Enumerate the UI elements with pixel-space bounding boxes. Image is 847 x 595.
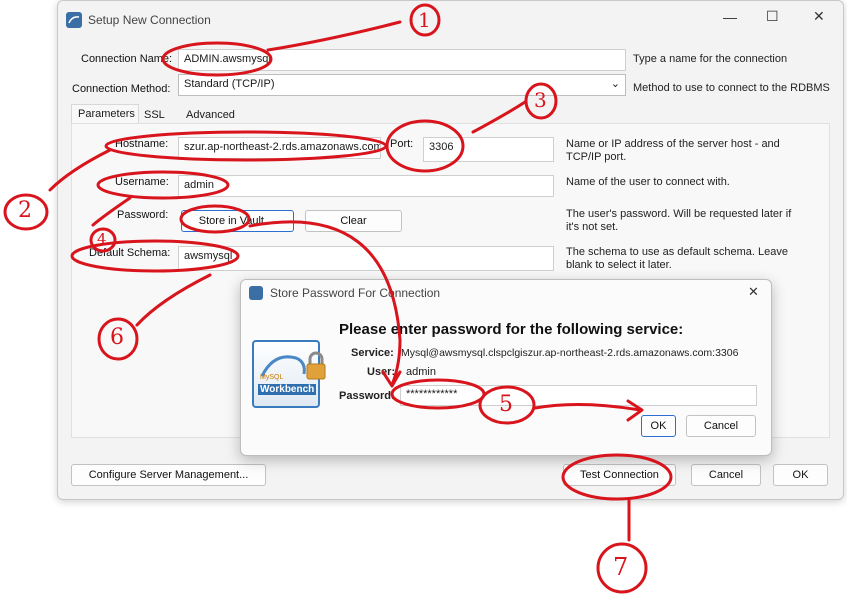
annotation-number-4: 4 [97, 230, 107, 248]
annotation-arrow-ok [533, 402, 642, 412]
annotation-oval-test-connection [561, 453, 673, 501]
annotation-number-2: 2 [18, 198, 32, 223]
annotation-number-1: 1 [418, 8, 431, 32]
annotation-line-3 [471, 100, 527, 134]
annotation-line-6 [135, 273, 212, 327]
annotation-oval-store-vault [179, 204, 251, 234]
annotation-line-1 [266, 20, 402, 52]
annotation-number-5: 5 [499, 392, 513, 417]
annotation-arrow-vault [248, 220, 402, 387]
annotation-oval-port [385, 119, 465, 173]
annotation-number-7: 7 [613, 553, 629, 581]
annotation-number-6: 6 [110, 325, 124, 350]
annotation-overlay [3, 3, 673, 594]
annotation-line-2 [48, 148, 112, 192]
annotation-arrowhead-vault [381, 370, 402, 388]
annotation-oval-username [96, 170, 230, 200]
annotation-line-4 [91, 196, 132, 227]
annotation-number-3: 3 [534, 88, 547, 112]
annotation-oval-connection-name [161, 41, 273, 77]
annotation-oval-dialog-password [390, 378, 486, 410]
annotation-oval-hostname [104, 130, 388, 162]
